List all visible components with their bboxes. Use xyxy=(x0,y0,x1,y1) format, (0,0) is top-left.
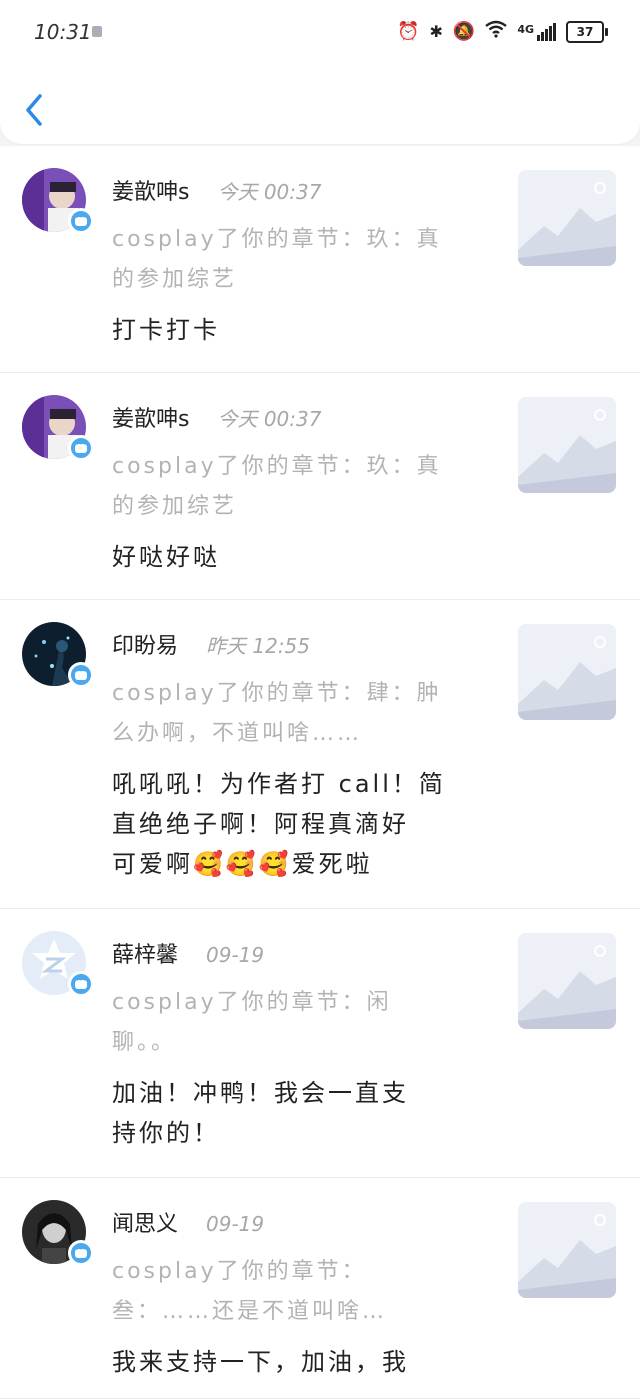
comment-time: 09-19 xyxy=(206,1212,265,1236)
comment-list: 姜歆呻s 今天 00:37 cosplay了你的章节：玖：真 的参加综艺 打卡打卡… xyxy=(0,146,640,1399)
chapter-reference-line: cosplay了你的章节：肆：肿 xyxy=(112,681,442,706)
chapter-reference-line: 的参加综艺 xyxy=(112,267,238,292)
chapter-reference-line: cosplay了你的章节：玖：真 xyxy=(112,454,442,479)
chapter-reference[interactable]: cosplay了你的章节： 叁：……还是不道叫啥… xyxy=(112,1252,492,1332)
comment-text-line: 持你的！ xyxy=(112,1119,220,1147)
commenter-name[interactable]: 闻思义 09-19 xyxy=(112,1206,264,1238)
comment-text-line: 我来支持一下，加油，我 xyxy=(112,1348,409,1376)
comment-bubble-icon xyxy=(68,971,94,997)
chapter-reference-line: 叁：……还是不道叫啥… xyxy=(112,1299,388,1324)
comment-text: 吼吼吼！为作者打 call！简 直绝绝子啊！阿程真滴好 可爱啊🥰🥰🥰爱死啦 xyxy=(112,764,492,884)
status-time: 10:31 xyxy=(34,20,92,44)
comment-time: 昨天 12:55 xyxy=(206,634,311,658)
wifi-icon xyxy=(485,20,508,43)
chapter-reference-line: 聊。。 xyxy=(112,1030,177,1055)
status-icons: ⏰ ✱ 🔕 4G 37 xyxy=(397,20,608,43)
comment-bubble-icon xyxy=(68,208,94,234)
comment-item[interactable]: 闻思义 09-19 cosplay了你的章节： 叁：……还是不道叫啥… 我来支持一… xyxy=(0,1178,640,1399)
comment-item[interactable]: 薛梓馨 09-19 cosplay了你的章节：闲 聊。。 加油！冲鸭！我会一直支 … xyxy=(0,909,640,1178)
chapter-reference[interactable]: cosplay了你的章节：玖：真 的参加综艺 xyxy=(112,447,492,527)
navigation-bar xyxy=(0,64,640,144)
commenter-name-text: 闻思义 xyxy=(112,1212,179,1237)
comment-bubble-icon xyxy=(68,662,94,688)
bluetooth-icon: ✱ xyxy=(429,22,443,41)
battery-level: 37 xyxy=(576,24,594,39)
commenter-name[interactable]: 薛梓馨 09-19 xyxy=(112,937,264,969)
chapter-reference[interactable]: cosplay了你的章节：肆：肿 么办啊，不道叫啥…… xyxy=(112,674,492,754)
chevron-left-icon[interactable] xyxy=(22,92,48,128)
commenter-name-text: 姜歆呻s xyxy=(112,180,190,205)
status-bar: 10:31 ⏰ ✱ 🔕 4G 37 xyxy=(0,0,640,64)
commenter-name[interactable]: 印盼易 昨天 12:55 xyxy=(112,628,310,660)
comment-item[interactable]: 印盼易昨天 12:55 cosplay了你的章节：肆：肿 么办啊，不道叫啥…… … xyxy=(0,600,640,909)
commenter-name-text: 薛梓馨 xyxy=(112,943,179,968)
commenter-name-text: 姜歆呻s xyxy=(112,407,190,432)
comment-time: 09-19 xyxy=(206,943,265,967)
alarm-icon: ⏰ xyxy=(397,21,420,42)
comment-text-line: 可爱啊🥰🥰🥰爱死啦 xyxy=(112,850,373,878)
comment-bubble-icon xyxy=(68,1240,94,1266)
commenter-name-text: 印盼易 xyxy=(112,634,179,659)
comment-text: 加油！冲鸭！我会一直支 持你的！ xyxy=(112,1073,492,1153)
comment-bubble-icon xyxy=(68,435,94,461)
chapter-reference[interactable]: cosplay了你的章节：闲 聊。。 xyxy=(112,983,492,1063)
comment-text-line: 加油！冲鸭！我会一直支 xyxy=(112,1079,409,1107)
chapter-thumbnail[interactable] xyxy=(518,1202,616,1298)
commenter-name[interactable]: 姜歆呻s 今天 00:37 xyxy=(112,401,321,433)
chapter-thumbnail[interactable] xyxy=(518,624,616,720)
chapter-reference-line: cosplay了你的章节：玖：真 xyxy=(112,227,442,252)
comment-text-line: 吼吼吼！为作者打 call！简 xyxy=(112,770,446,798)
comment-text-line: 打卡打卡 xyxy=(112,316,220,344)
battery-icon: 37 xyxy=(566,20,608,43)
chapter-reference-line: cosplay了你的章节： xyxy=(112,1259,367,1284)
chapter-thumbnail[interactable] xyxy=(518,397,616,493)
comment-text-line: 直绝绝子啊！阿程真滴好 xyxy=(112,810,409,838)
comment-time: 今天 00:37 xyxy=(217,180,322,204)
comment-text: 我来支持一下，加油，我 xyxy=(112,1342,492,1382)
chapter-reference-line: 么办啊，不道叫啥…… xyxy=(112,721,363,746)
notification-icon xyxy=(92,26,102,37)
chapter-reference[interactable]: cosplay了你的章节：玖：真 的参加综艺 xyxy=(112,220,492,300)
comment-item[interactable]: 姜歆呻s 今天 00:37 cosplay了你的章节：玖：真 的参加综艺 好哒好哒 xyxy=(0,373,640,600)
signal-icon: 4G xyxy=(517,22,556,41)
comment-item[interactable]: 姜歆呻s 今天 00:37 cosplay了你的章节：玖：真 的参加综艺 打卡打卡 xyxy=(0,146,640,373)
comment-text: 好哒好哒 xyxy=(112,537,492,577)
mute-icon: 🔕 xyxy=(452,21,476,42)
comment-text-line: 好哒好哒 xyxy=(112,543,220,571)
chapter-reference-line: 的参加综艺 xyxy=(112,494,238,519)
chapter-thumbnail[interactable] xyxy=(518,933,616,1029)
chapter-reference-line: cosplay了你的章节：闲 xyxy=(112,990,392,1015)
comment-time: 今天 00:37 xyxy=(217,407,322,431)
commenter-name[interactable]: 姜歆呻s 今天 00:37 xyxy=(112,174,321,206)
chapter-thumbnail[interactable] xyxy=(518,170,616,266)
network-type: 4G xyxy=(517,22,534,36)
comment-text: 打卡打卡 xyxy=(112,310,492,350)
